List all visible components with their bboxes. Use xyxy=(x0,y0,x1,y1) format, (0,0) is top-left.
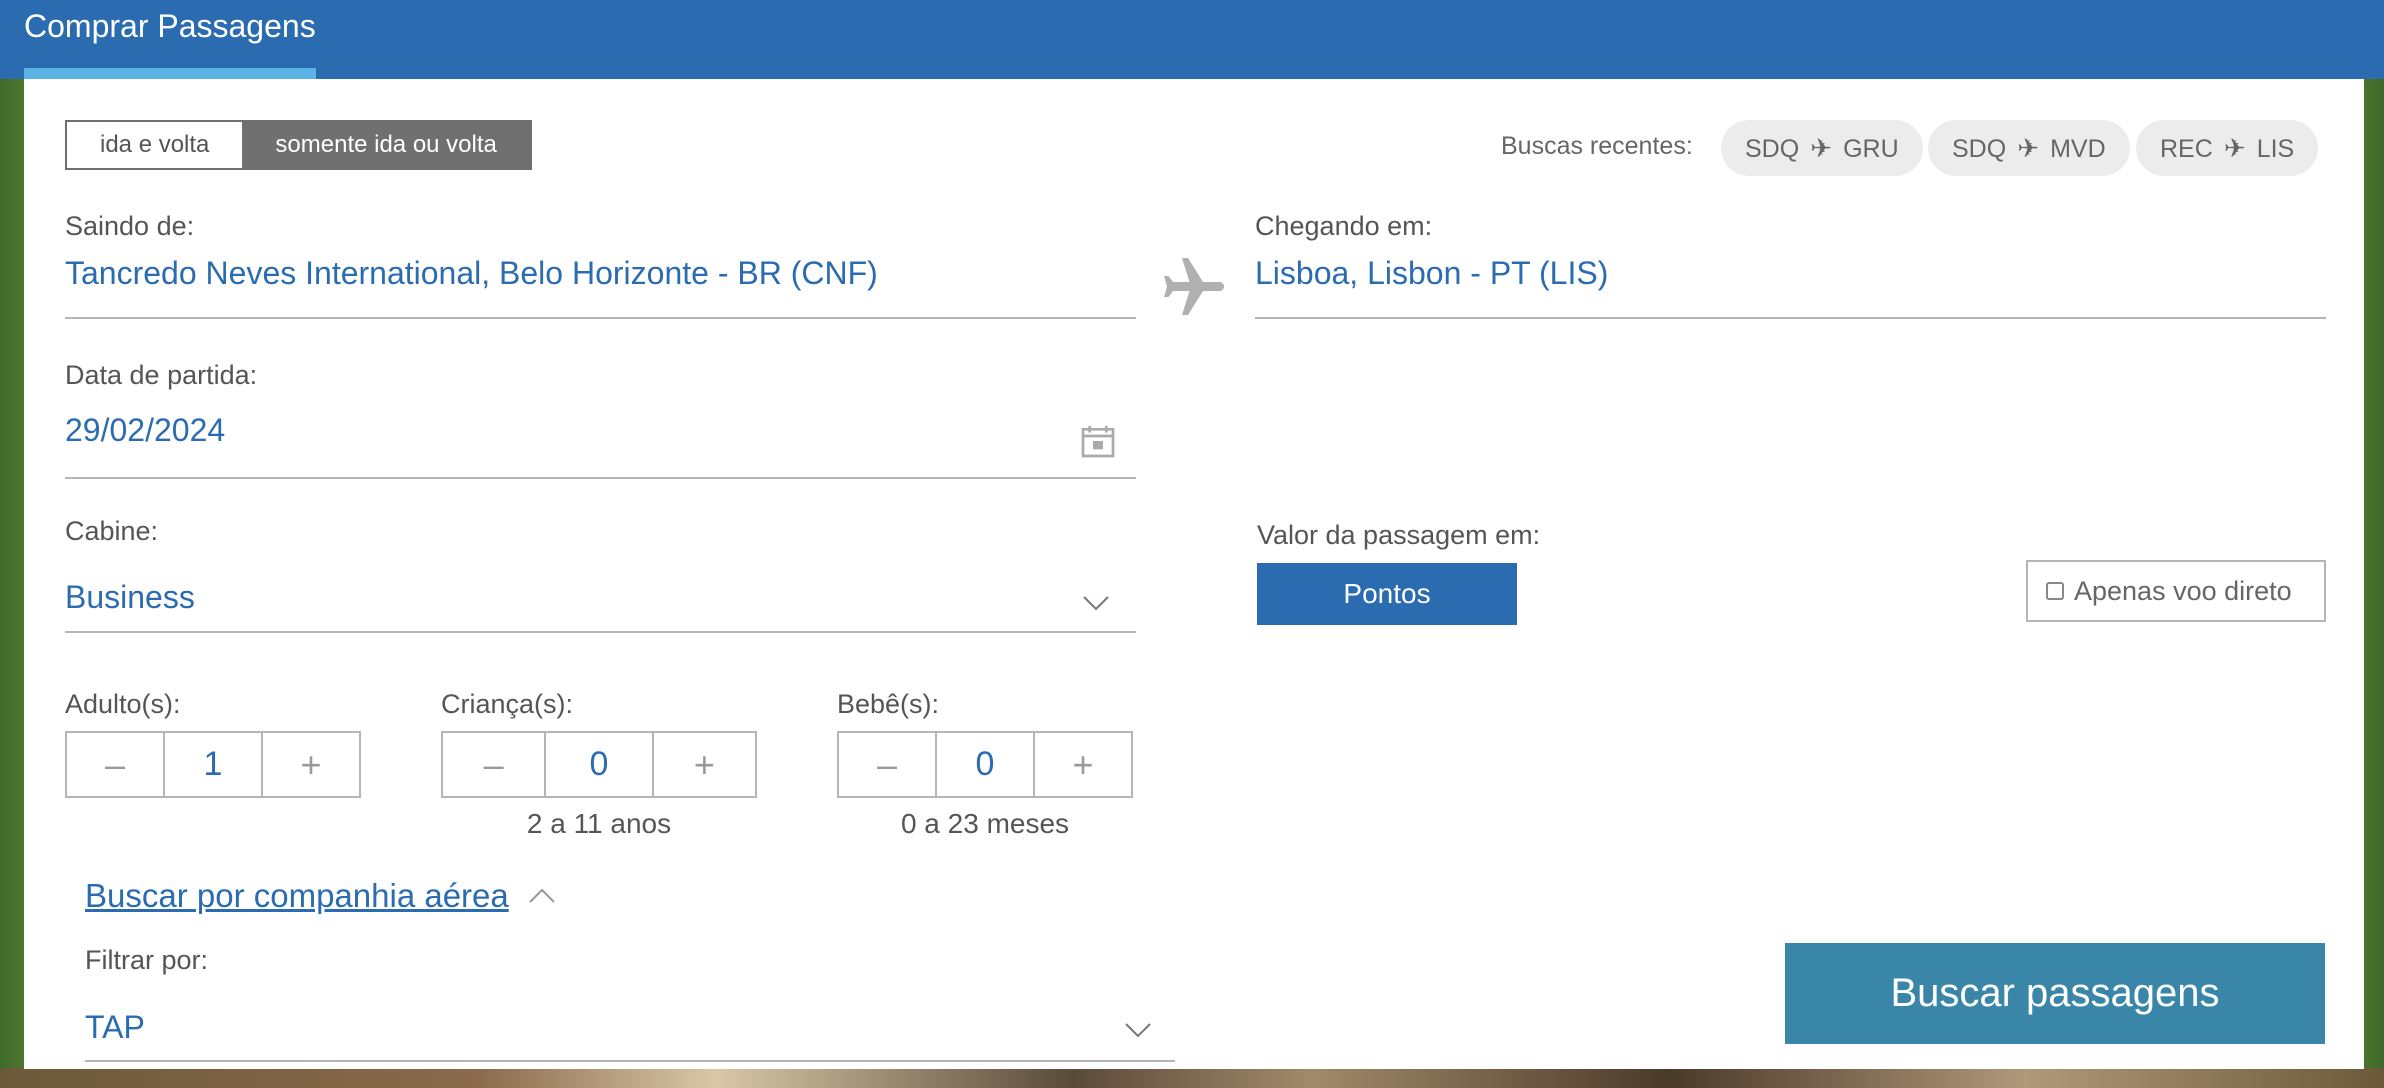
search-panel: ida e volta somente ida ou volta Buscas … xyxy=(24,79,2364,1069)
recent-to: LIS xyxy=(2256,135,2295,163)
chevron-down-icon[interactable] xyxy=(1082,594,1110,612)
origin-input[interactable]: Tancredo Neves International, Belo Horiz… xyxy=(65,255,878,292)
fare-label: Valor da passagem em: xyxy=(1257,520,1541,550)
cabin-select[interactable]: Business xyxy=(65,579,195,616)
trip-type-toggle: ida e volta somente ida ou volta xyxy=(65,120,532,170)
trip-round-option[interactable]: ida e volta xyxy=(67,122,243,168)
children-value[interactable]: 0 xyxy=(544,733,654,796)
recent-search-chip[interactable]: SDQ ✈ MVD xyxy=(1928,120,2130,176)
cabin-label: Cabine: xyxy=(65,516,159,546)
children-label: Criança(s): xyxy=(441,689,574,719)
recent-from: SDQ xyxy=(1952,135,2007,163)
recent-to: GRU xyxy=(1843,135,1899,163)
filter-label: Filtrar por: xyxy=(85,945,209,975)
children-age-hint: 2 a 11 anos xyxy=(526,808,672,839)
departure-date-input[interactable]: 29/02/2024 xyxy=(65,412,225,449)
airline-search-toggle[interactable]: Buscar por companhia aérea xyxy=(85,877,509,915)
origin-underline xyxy=(65,317,1136,319)
plus-button[interactable]: + xyxy=(1035,733,1131,796)
plane-icon xyxy=(1164,258,1224,315)
destination-underline xyxy=(1255,317,2326,319)
search-flights-button[interactable]: Buscar passagens xyxy=(1785,943,2325,1044)
minus-button[interactable]: – xyxy=(443,733,544,796)
active-tab-indicator xyxy=(24,68,316,79)
checkbox-icon xyxy=(2046,582,2064,600)
airline-filter-underline xyxy=(85,1060,1175,1062)
recent-from: REC xyxy=(2160,135,2213,163)
adults-label: Adulto(s): xyxy=(65,689,181,719)
destination-label: Chegando em: xyxy=(1255,211,1433,241)
children-stepper: – 0 + xyxy=(441,731,757,798)
plane-icon: ✈ xyxy=(2017,133,2040,163)
origin-label: Saindo de: xyxy=(65,211,195,241)
calendar-icon[interactable] xyxy=(1078,420,1118,462)
chevron-down-icon[interactable] xyxy=(1124,1021,1152,1039)
header-title: Comprar Passagens xyxy=(24,8,316,44)
background-photo xyxy=(0,1068,2384,1088)
direct-flight-label: Apenas voo direto xyxy=(2074,575,2292,606)
recent-to: MVD xyxy=(2050,135,2106,163)
destination-input[interactable]: Lisboa, Lisbon - PT (LIS) xyxy=(1255,255,1608,292)
minus-button[interactable]: – xyxy=(839,733,935,796)
header-bar: Comprar Passagens xyxy=(0,0,2384,79)
departure-label: Data de partida: xyxy=(65,360,258,390)
infants-age-hint: 0 a 23 meses xyxy=(900,808,1070,839)
recent-search-chip[interactable]: REC ✈ LIS xyxy=(2136,120,2319,176)
minus-button[interactable]: – xyxy=(67,733,163,796)
direct-flight-checkbox[interactable]: Apenas voo direto xyxy=(2026,560,2326,622)
recent-from: SDQ xyxy=(1745,135,1800,163)
plus-button[interactable]: + xyxy=(263,733,359,796)
plane-icon: ✈ xyxy=(1810,133,1833,163)
infants-stepper: – 0 + xyxy=(837,731,1133,798)
points-button[interactable]: Pontos xyxy=(1257,563,1517,625)
trip-oneway-option[interactable]: somente ida ou volta xyxy=(242,122,530,168)
chevron-up-icon[interactable] xyxy=(528,887,556,905)
recent-searches-label: Buscas recentes: xyxy=(1501,132,1693,160)
plus-button[interactable]: + xyxy=(654,733,755,796)
infants-value[interactable]: 0 xyxy=(935,733,1035,796)
cabin-underline xyxy=(65,631,1136,633)
departure-underline xyxy=(65,477,1136,479)
airline-filter-select[interactable]: TAP xyxy=(85,1009,145,1046)
recent-search-chip[interactable]: SDQ ✈ GRU xyxy=(1721,120,1923,176)
adults-value[interactable]: 1 xyxy=(163,733,263,796)
plane-icon: ✈ xyxy=(2223,133,2246,163)
infants-label: Bebê(s): xyxy=(837,689,940,719)
adults-stepper: – 1 + xyxy=(65,731,361,798)
